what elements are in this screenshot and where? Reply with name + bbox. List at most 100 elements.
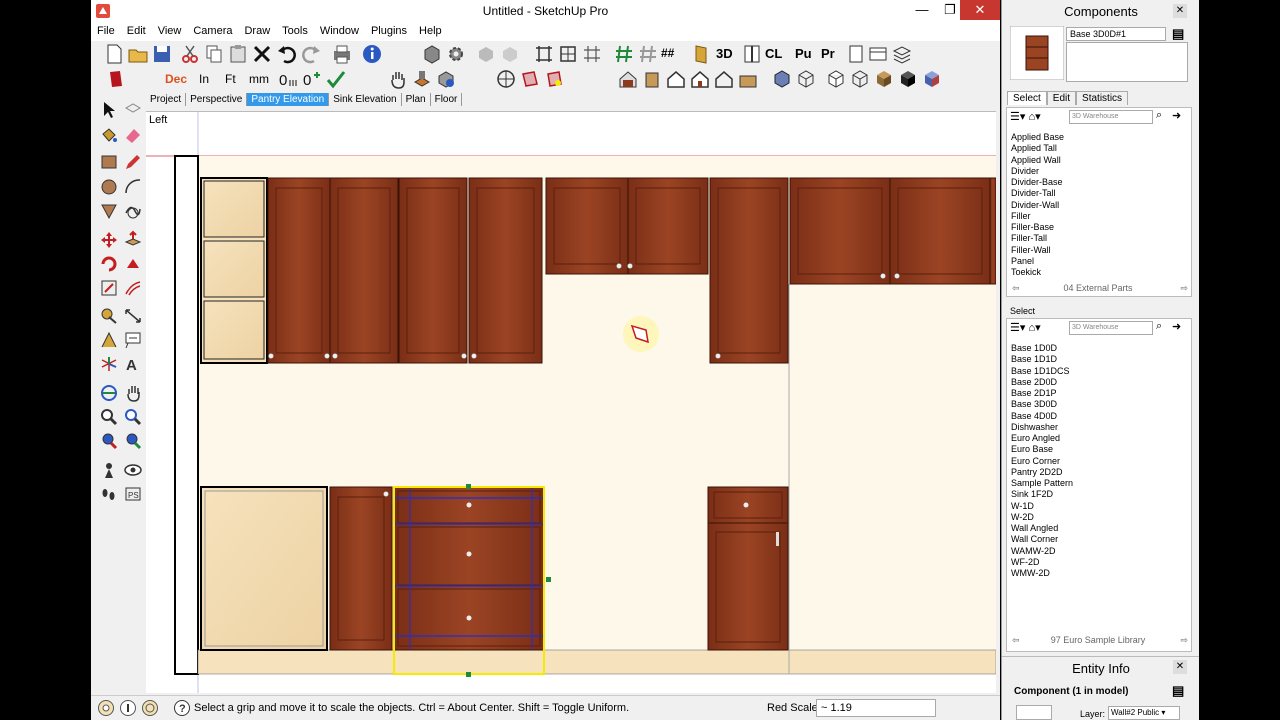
textured-cube-icon[interactable] [873,68,895,90]
minimize-button[interactable]: — [908,0,936,20]
look-around-icon[interactable] [123,460,143,480]
offset-icon[interactable] [123,278,143,298]
pr-button[interactable]: Pr [821,46,835,61]
paint-stack-icon[interactable] [411,68,433,90]
section-icon[interactable] [741,43,763,65]
print-icon[interactable] [331,43,353,65]
hash-green-icon[interactable] [613,43,635,65]
dimension-icon[interactable] [123,306,143,326]
entity-info-close-button[interactable]: ✕ [1173,660,1187,674]
search-icon-2[interactable]: ⌕ [1156,320,1162,333]
list-item[interactable]: Filler-Tall [1011,233,1064,244]
list-item[interactable]: Filler-Base [1011,222,1064,233]
help-icon[interactable]: ? [173,699,191,717]
tab-floor[interactable]: Floor [431,93,463,106]
3d-text-icon[interactable]: A [123,354,143,374]
box-swap-icon[interactable] [435,68,457,90]
list-item[interactable]: Divider [1011,166,1064,177]
page-icon[interactable] [845,43,867,65]
paint-bucket-icon[interactable] [99,125,119,145]
orbit-icon[interactable] [99,383,119,403]
tab-perspective[interactable]: Perspective [186,93,248,106]
view-options-icon-2[interactable]: ☰▾ ⌂▾ [1010,321,1041,334]
tab-plan[interactable]: Plan [402,93,431,106]
push-pull-icon[interactable] [123,230,143,250]
eraser-icon[interactable] [123,125,143,145]
zoom-icon[interactable] [99,407,119,427]
pan-hand-icon[interactable] [123,383,143,403]
walk-icon[interactable] [99,484,119,504]
house-outline-icon[interactable] [713,68,735,90]
forward-arrow-icon-2[interactable]: ➜ [1172,320,1181,333]
house-iso-icon[interactable] [617,68,639,90]
list-item[interactable]: Base 1D1DCS [1011,366,1073,377]
wireframe-cube-icon[interactable] [795,68,817,90]
view-front-icon[interactable] [641,68,663,90]
open-file-icon[interactable] [127,43,149,65]
3d-button[interactable]: 3D [716,46,733,61]
arc-icon[interactable] [123,177,143,197]
array-grid-icon[interactable] [581,43,603,65]
back-arrow-icon-2[interactable]: ⇦ [1012,635,1020,646]
rotate-icon[interactable] [99,254,119,274]
check-icon[interactable] [325,68,347,90]
solid-subtract-icon[interactable] [499,43,521,65]
freehand-icon[interactable] [123,201,143,221]
hand-pan-icon[interactable] [387,68,409,90]
details-menu-icon[interactable]: ▤ [1172,26,1184,42]
house-front-icon[interactable] [665,68,687,90]
menu-edit[interactable]: Edit [121,23,152,37]
list-item[interactable]: Wall Angled [1011,523,1073,534]
menu-draw[interactable]: Draw [238,23,276,37]
new-file-icon[interactable] [103,43,125,65]
list-item[interactable]: Applied Base [1011,132,1064,143]
material-box-icon[interactable] [105,68,127,90]
list-item[interactable]: Base 3D0D [1011,399,1073,410]
tab-sink-elevation[interactable]: Sink Elevation [329,93,402,106]
list-item[interactable]: Divider-Base [1011,177,1064,188]
components-close-button[interactable]: ✕ [1173,4,1187,18]
select-arrow-icon[interactable] [99,100,119,120]
save-icon[interactable] [151,43,173,65]
zoom-window-icon[interactable] [123,407,143,427]
list-item[interactable]: WAMW-2D [1011,546,1073,557]
pu-button[interactable]: Pu [795,46,812,61]
cut-icon[interactable] [179,43,201,65]
list-item[interactable]: Divider-Wall [1011,200,1064,211]
menu-window[interactable]: Window [314,23,365,37]
redo-icon[interactable] [300,43,322,65]
protractor-icon[interactable] [99,330,119,350]
list-item[interactable]: Toekick [1011,267,1064,278]
list-item[interactable]: WMW-2D [1011,568,1073,579]
menu-plugins[interactable]: Plugins [365,23,413,37]
list-item[interactable]: Base 1D1D [1011,354,1073,365]
layer-select[interactable]: Wall#2 Public ▾ [1108,706,1180,720]
paste-icon[interactable] [227,43,249,65]
list-item[interactable]: W-2D [1011,512,1073,523]
follow-me-icon[interactable] [123,254,143,274]
rectangle-icon[interactable] [99,152,119,172]
hidden-line-cube-icon[interactable] [825,68,847,90]
axes-icon[interactable] [99,354,119,374]
list-item[interactable]: Wall Corner [1011,534,1073,545]
list-item[interactable]: Applied Wall [1011,155,1064,166]
undo-icon[interactable] [276,43,298,65]
list-item[interactable]: Filler-Wall [1011,245,1064,256]
cl-button[interactable]: CL [765,46,782,61]
house-fill-icon[interactable] [737,68,759,90]
zero-count-icon[interactable]: 0 [277,68,299,90]
door-icon[interactable] [691,43,713,65]
section-plane-icon[interactable]: PS [123,484,143,504]
entity-menu-icon[interactable]: ▤ [1172,683,1184,699]
shaded-cube-icon[interactable] [849,68,871,90]
search-icon[interactable]: ⌕ [1156,109,1162,122]
menu-file[interactable]: File [91,23,121,37]
list-item[interactable]: Applied Tall [1011,143,1064,154]
list-item[interactable]: W-1D [1011,501,1073,512]
list-item[interactable]: Base 1D0D [1011,343,1073,354]
list-item[interactable]: Filler [1011,211,1064,222]
next-arrow-icon-2[interactable]: ⇨ [1180,635,1188,646]
erase-icon[interactable] [251,43,273,65]
units-in-button[interactable]: In [199,72,209,86]
measurements-field[interactable]: ~ 1.19 [816,699,936,717]
